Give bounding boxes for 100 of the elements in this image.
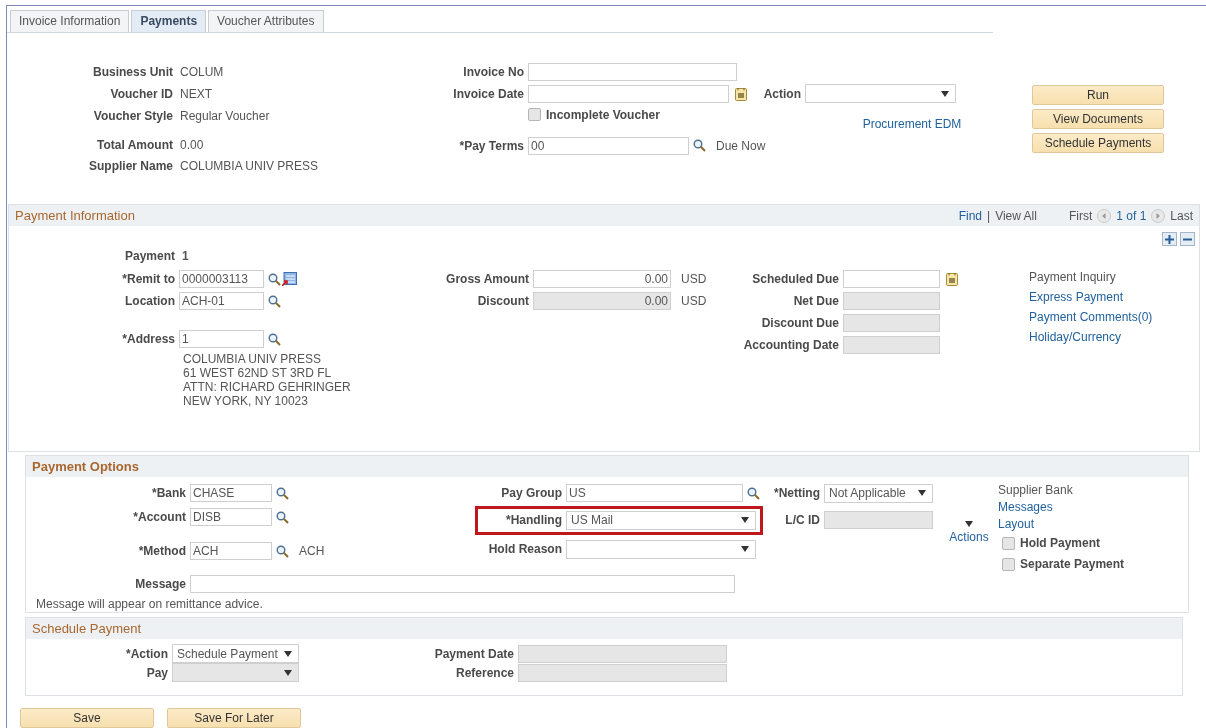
side-link[interactable]: Holiday/Currency (1029, 330, 1153, 344)
side-link[interactable]: Messages (998, 500, 1125, 514)
action-button[interactable]: View Documents (1032, 108, 1164, 129)
date-field[interactable] (528, 84, 729, 103)
table-icon[interactable] (282, 272, 297, 286)
dropdown[interactable]: US Mail (566, 510, 756, 530)
currency-code: USD (681, 294, 707, 308)
find-link[interactable]: Find (958, 208, 982, 223)
lookup-field[interactable]: ACH (190, 542, 272, 560)
search-icon[interactable] (693, 139, 706, 153)
field-label: Net Due (792, 294, 840, 308)
message-hint: Message will appear on remittance advice. (36, 597, 263, 611)
address-line: ATTN: RICHARD GEHRINGER (182, 380, 352, 394)
lookup-field[interactable]: 1 (179, 330, 264, 348)
field-label: *Action (125, 646, 169, 661)
search-icon[interactable] (747, 486, 760, 500)
field-label: L/C ID (784, 513, 821, 527)
dropdown[interactable] (805, 84, 956, 104)
caret-icon (918, 490, 926, 496)
first-link[interactable]: First (1068, 208, 1093, 223)
field-label: *Pay Terms (458, 138, 525, 153)
next-icon[interactable] (1151, 208, 1166, 223)
lookup-field[interactable]: US (566, 484, 743, 502)
lookup-field[interactable]: 0000003113 (179, 270, 264, 288)
save-for-later-button[interactable]: Save For Later (167, 708, 301, 728)
view-all-link[interactable]: View All (995, 208, 1037, 223)
separator: | (987, 208, 991, 223)
lookup-field[interactable]: DISB (190, 508, 272, 526)
add-row-button[interactable] (1162, 232, 1177, 246)
field-label: *Account (132, 510, 187, 524)
field-label: *Bank (151, 486, 187, 500)
field-label: Invoice Date (452, 86, 525, 101)
tab[interactable]: Invoice Information (10, 10, 130, 32)
field-label: Location (124, 294, 176, 308)
checkbox[interactable] (1002, 557, 1015, 571)
procurement-link[interactable]: Procurement EDM (862, 116, 962, 131)
plus-icon (1165, 234, 1174, 244)
search-icon[interactable] (268, 294, 281, 308)
side-link[interactable]: Layout (998, 517, 1125, 531)
lookup-field[interactable]: 00 (528, 136, 689, 155)
search-icon[interactable] (268, 332, 281, 346)
field-label: *Address (121, 332, 176, 346)
checkbox[interactable] (1002, 536, 1015, 550)
save-button[interactable]: Save (20, 708, 154, 728)
search-icon[interactable] (276, 544, 289, 558)
field-label: Invoice No (462, 64, 525, 79)
row-counter[interactable]: 1 of 1 (1116, 208, 1147, 223)
search-icon[interactable] (276, 486, 289, 500)
text-field[interactable] (528, 62, 737, 81)
caret-icon (965, 521, 973, 527)
caret-icon (741, 546, 749, 552)
section-title: Payment Options (32, 459, 139, 474)
caret-icon (941, 90, 949, 97)
field-label: Total Amount (96, 137, 174, 152)
search-icon[interactable] (268, 272, 281, 286)
field-value: Regular Voucher (179, 108, 270, 123)
field-value: COLUM (179, 64, 224, 79)
text-field[interactable] (190, 575, 735, 593)
delete-row-button[interactable] (1180, 232, 1195, 246)
calendar-icon[interactable] (735, 86, 747, 101)
lookup-field[interactable]: ACH-01 (179, 292, 264, 310)
calendar-icon[interactable] (946, 272, 958, 286)
previous-icon[interactable] (1097, 208, 1112, 223)
tab[interactable]: Voucher Attributes (208, 10, 324, 32)
date-field[interactable] (843, 270, 940, 288)
dropdown[interactable] (566, 539, 756, 559)
last-link[interactable]: Last (1170, 208, 1193, 223)
checkbox[interactable] (528, 108, 541, 122)
checkbox-label: Incomplete Voucher (546, 107, 660, 122)
field-value: 0.00 (179, 137, 204, 152)
caret-icon (741, 517, 749, 523)
lookup-field[interactable]: CHASE (190, 484, 272, 502)
field-label: Gross Amount (445, 272, 530, 286)
field-label: Hold Reason (487, 542, 563, 556)
actions-link[interactable]: Actions (949, 530, 989, 544)
field-label: Supplier Name (87, 158, 174, 173)
field-label: Pay Group (500, 486, 563, 500)
field-label: Business Unit (92, 64, 174, 79)
search-icon[interactable] (276, 510, 289, 524)
tab[interactable]: Payments (131, 10, 207, 32)
field-label: Message (134, 577, 187, 591)
field-label: *Netting (773, 486, 821, 500)
caret-icon (284, 669, 292, 676)
dropdown[interactable]: Schedule Payment (172, 644, 299, 663)
checkbox-label: Separate Payment (1020, 557, 1125, 571)
minus-icon (1183, 237, 1192, 241)
field-label: Payment Date (433, 646, 515, 661)
action-button[interactable]: Run (1032, 84, 1164, 105)
side-link[interactable]: Express Payment (1029, 290, 1153, 304)
field-label: Discount (476, 294, 530, 308)
field-label: Voucher ID (109, 86, 174, 101)
dropdown[interactable]: Not Applicable (824, 483, 933, 503)
amount-field[interactable]: 0.00 (533, 270, 671, 288)
field-label: Scheduled Due (751, 272, 840, 286)
side-link[interactable]: Payment Comments(0) (1029, 310, 1153, 324)
field-value: NEXT (179, 86, 212, 101)
section-title: Payment Information (15, 208, 135, 223)
action-button[interactable]: Schedule Payments (1032, 132, 1164, 153)
field-label: Pay (145, 665, 169, 680)
checkbox-label: Hold Payment (1020, 536, 1100, 550)
